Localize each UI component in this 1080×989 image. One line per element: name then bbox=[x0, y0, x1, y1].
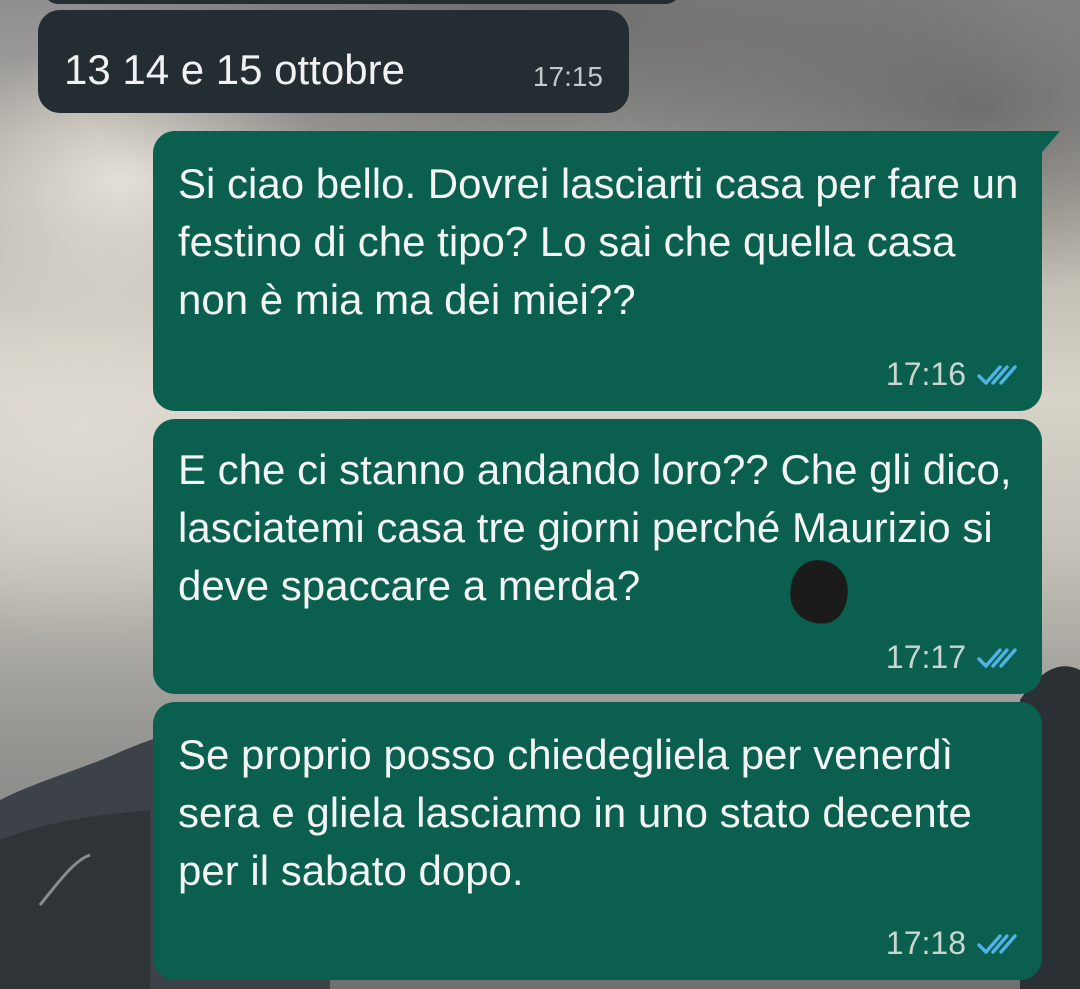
message-time: 17:17 bbox=[885, 639, 966, 675]
message-meta: 17:16 bbox=[886, 356, 1020, 393]
bubble-tail bbox=[1038, 131, 1060, 157]
message-text: E che ci stanno andando loro?? Che gli d… bbox=[178, 446, 1012, 609]
outgoing-message-bubble[interactable]: Si ciao bello. Dovrei lasciarti casa per… bbox=[153, 131, 1060, 411]
outgoing-message-bubble[interactable]: E che ci stanno andando loro?? Che gli d… bbox=[153, 419, 1042, 694]
message-meta: 17:17 bbox=[886, 639, 1020, 676]
message-time: 17:18 bbox=[885, 925, 966, 961]
double-check-read-icon bbox=[977, 364, 1017, 385]
message-text: Se proprio posso chiedegliela per venerd… bbox=[178, 731, 972, 894]
message-text: 13 14 e 15 ottobre bbox=[64, 46, 405, 93]
message-text: Si ciao bello. Dovrei lasciarti casa per… bbox=[178, 160, 1019, 323]
outgoing-message-bubble[interactable]: Se proprio posso chiedegliela per venerd… bbox=[153, 702, 1042, 980]
double-check-read-icon bbox=[977, 933, 1017, 954]
message-time: 17:16 bbox=[885, 356, 966, 392]
previous-message-bubble-edge bbox=[44, 0, 680, 4]
incoming-message-bubble[interactable]: 13 14 e 15 ottobre 17:15 bbox=[38, 10, 629, 113]
message-meta: 17:18 bbox=[886, 925, 1020, 962]
double-check-read-icon bbox=[977, 647, 1017, 668]
message-time: 17:15 bbox=[532, 61, 603, 92]
